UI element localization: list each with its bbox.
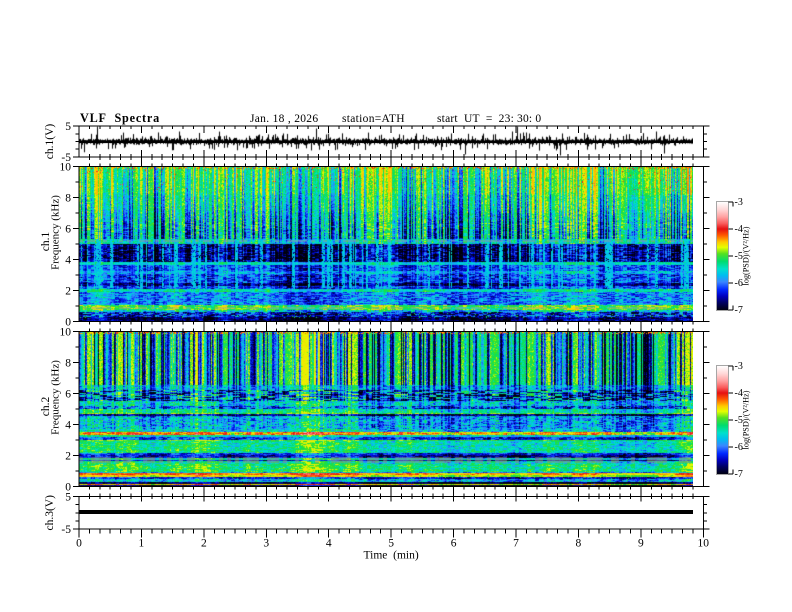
svg-text:log(PSD)/(V²/Hz): log(PSD)/(V²/Hz) [742,226,751,285]
svg-text:3: 3 [263,538,269,550]
svg-text:8: 8 [65,358,71,370]
svg-text:6: 6 [65,389,71,401]
svg-text:Time (min): Time (min) [364,550,419,562]
svg-text:4: 4 [65,255,71,267]
svg-text:VLF Spectra: VLF Spectra [80,111,160,125]
svg-text:-3: -3 [735,197,743,208]
svg-text:start UT = 23: 30: 0: start UT = 23: 30: 0 [437,113,541,125]
svg-text:-7: -7 [735,305,743,316]
svg-text:Jan. 18 , 2026: Jan. 18 , 2026 [250,113,318,125]
svg-text:ch.1(V): ch.1(V) [44,124,56,160]
svg-text:Frequency (kHz): Frequency (kHz) [50,360,62,435]
svg-text:1: 1 [139,538,145,550]
svg-text:log(PSD)/(V²/Hz): log(PSD)/(V²/Hz) [742,390,751,449]
svg-text:ch.3(V): ch.3(V) [44,495,56,531]
svg-text:4: 4 [65,420,71,432]
svg-text:8: 8 [65,193,71,205]
svg-text:2: 2 [201,538,207,550]
svg-text:9: 9 [638,538,644,550]
svg-text:5: 5 [65,121,71,133]
svg-text:6: 6 [65,224,71,236]
svg-text:Frequency (kHz): Frequency (kHz) [50,195,62,270]
svg-text:10: 10 [698,538,710,550]
svg-text:0: 0 [76,538,82,550]
svg-text:6: 6 [451,538,457,550]
svg-text:7: 7 [513,538,519,550]
svg-text:2: 2 [65,286,71,298]
svg-text:4: 4 [326,538,332,550]
svg-text:10: 10 [60,162,72,174]
svg-text:-7: -7 [735,469,743,480]
svg-text:2: 2 [65,451,71,463]
svg-text:8: 8 [576,538,582,550]
svg-text:5: 5 [65,492,71,504]
svg-text:10: 10 [60,327,72,339]
svg-text:-3: -3 [735,361,743,372]
svg-text:-5: -5 [61,524,71,536]
svg-text:5: 5 [388,538,394,550]
svg-text:station=ATH: station=ATH [342,113,405,125]
